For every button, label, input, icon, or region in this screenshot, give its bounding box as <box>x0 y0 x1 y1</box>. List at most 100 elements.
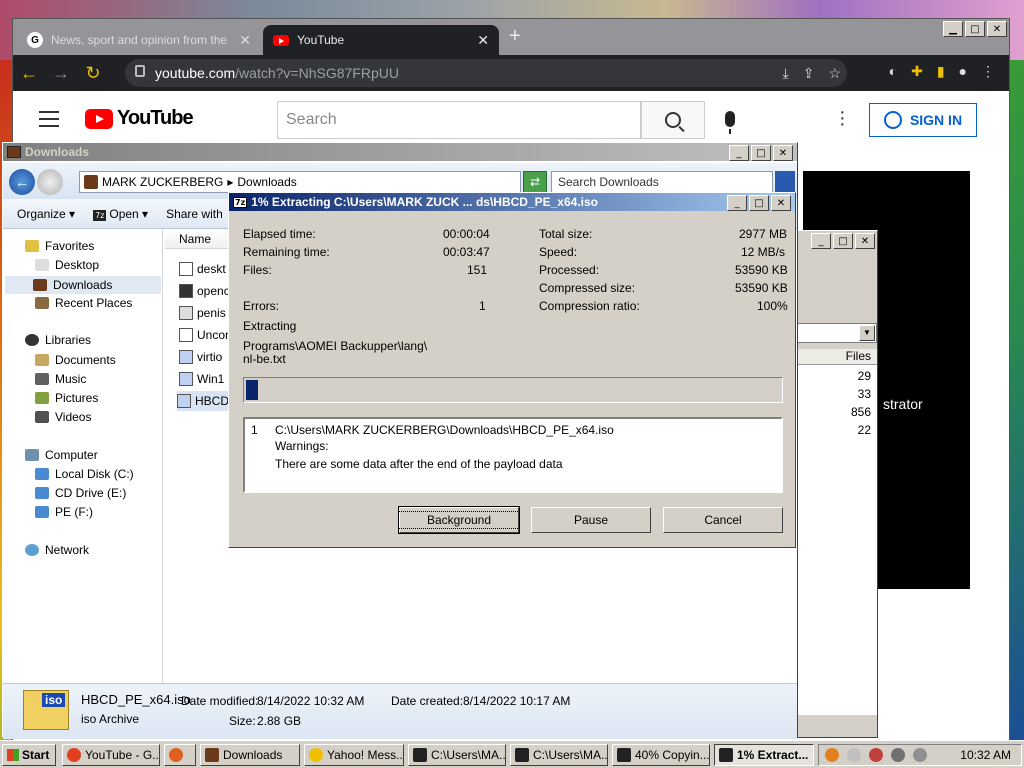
maximize-button[interactable]: □ <box>833 233 853 249</box>
back-arrow-icon[interactable]: ← <box>13 63 45 84</box>
nav-libraries[interactable]: Libraries <box>25 333 91 347</box>
new-tab-button[interactable]: + <box>509 25 521 48</box>
nav-downloads[interactable]: Downloads <box>5 276 161 294</box>
cancel-button[interactable]: Cancel <box>663 507 783 533</box>
dialog-titlebar[interactable]: 7z 1% Extracting C:\Users\MARK ZUCK ... … <box>229 193 795 211</box>
microphone-icon[interactable] <box>725 111 735 134</box>
chrome-icon <box>67 748 81 762</box>
dropdown-arrow-icon[interactable]: ▼ <box>859 325 875 341</box>
nav-computer[interactable]: Computer <box>25 448 98 462</box>
more-icon[interactable]: · · · <box>839 102 846 134</box>
task-youtube[interactable]: YouTube - G... <box>62 744 160 766</box>
task-downloads[interactable]: Downloads <box>200 744 300 766</box>
hamburger-icon[interactable] <box>39 111 59 132</box>
monitor-icon[interactable] <box>891 748 905 762</box>
forward-arrow-icon[interactable]: → <box>45 63 77 84</box>
close-button[interactable]: ✕ <box>773 145 793 161</box>
files-column-header[interactable]: Files <box>791 349 877 365</box>
clock[interactable]: 10:32 AM <box>960 748 1021 762</box>
maximize-button[interactable]: □ <box>751 145 771 161</box>
close-icon[interactable]: ✕ <box>239 32 251 49</box>
errors-value: 1 <box>479 299 486 313</box>
search-input[interactable]: Search Downloads <box>551 171 773 193</box>
background-button[interactable]: Background <box>397 506 521 534</box>
breadcrumb-item[interactable]: Downloads <box>237 175 296 189</box>
share-icon[interactable]: ⇪ <box>803 65 815 82</box>
detail-size-label: Size: <box>229 714 256 728</box>
minimize-button[interactable]: ▁ <box>943 21 963 37</box>
star-icon <box>25 240 39 252</box>
youtube-logo[interactable]: YouTube <box>85 107 194 130</box>
forward-button[interactable] <box>37 169 63 195</box>
task-7zip-2[interactable]: C:\Users\MA... <box>510 744 608 766</box>
close-button[interactable]: ✕ <box>771 195 791 211</box>
sidepanel-icon[interactable]: ▮ <box>937 63 945 80</box>
network-error-icon[interactable] <box>869 748 883 762</box>
minus-circle-icon[interactable] <box>847 748 861 762</box>
star-icon[interactable]: ☆ <box>828 65 841 82</box>
flag-icon[interactable]: ◐ <box>889 63 897 80</box>
back-button[interactable]: ← <box>9 169 35 195</box>
nav-pictures[interactable]: Pictures <box>35 391 98 405</box>
explorer-titlebar[interactable]: Downloads <box>3 143 797 161</box>
maximize-button[interactable]: □ <box>749 195 769 211</box>
youtube-search-input[interactable]: Search <box>277 101 641 139</box>
tab-guardian[interactable]: G News, sport and opinion from the G ✕ <box>17 25 261 55</box>
address-bar[interactable]: youtube.com/watch?v=NhSG87FRpUU ⤓ ⇪ ☆ <box>125 59 847 87</box>
nav-local-disk[interactable]: Local Disk (C:) <box>35 467 134 481</box>
tab-youtube[interactable]: YouTube ✕ <box>263 25 499 55</box>
breadcrumb[interactable]: MARK ZUCKERBERG ▸ Downloads <box>79 171 521 193</box>
close-icon[interactable]: ✕ <box>477 32 489 49</box>
menu-icon[interactable]: ⋮ <box>981 63 995 80</box>
log-box[interactable]: 1 C:\Users\MARK ZUCKERBERG\Downloads\HBC… <box>243 417 783 493</box>
ratio-value: 100% <box>757 299 788 313</box>
status-text: Extracting <box>243 319 297 333</box>
organize-button[interactable]: Organize ▾ <box>17 207 75 221</box>
minimize-button[interactable]: _ <box>727 195 747 211</box>
task-yahoo-messenger[interactable]: Yahoo! Mess... <box>304 744 404 766</box>
nav-network[interactable]: Network <box>25 543 89 557</box>
nav-cd-drive[interactable]: CD Drive (E:) <box>35 486 126 500</box>
refresh-icon[interactable]: ⇄ <box>523 171 547 193</box>
start-button[interactable]: Start <box>2 744 56 766</box>
install-icon[interactable]: ⤓ <box>783 65 789 82</box>
pause-button[interactable]: Pause <box>531 507 651 533</box>
iso-file-icon <box>179 350 193 364</box>
nav-videos[interactable]: Videos <box>35 410 91 424</box>
minimize-button[interactable]: _ <box>811 233 831 249</box>
nav-recent[interactable]: Recent Places <box>35 296 132 310</box>
documents-icon <box>35 354 49 366</box>
breadcrumb-item[interactable]: MARK ZUCKERBERG <box>102 175 223 189</box>
detail-type: iso Archive <box>81 712 140 726</box>
horizontal-scrollbar[interactable] <box>791 719 877 737</box>
open-button[interactable]: 7z Open ▾ <box>93 207 148 221</box>
nav-documents[interactable]: Documents <box>35 353 116 367</box>
nav-pe-drive[interactable]: PE (F:) <box>35 505 93 519</box>
nav-desktop[interactable]: Desktop <box>35 258 99 272</box>
tab-strip: G News, sport and opinion from the G ✕ Y… <box>13 19 1009 55</box>
maximize-button[interactable]: □ <box>965 21 985 37</box>
task-extracting[interactable]: 1% Extract... <box>714 744 814 766</box>
volume-icon[interactable] <box>913 748 927 762</box>
errors-label: Errors: <box>243 299 279 313</box>
profile-icon[interactable]: ● <box>959 63 967 80</box>
task-firefox[interactable] <box>164 744 196 766</box>
nav-favorites[interactable]: Favorites <box>25 239 94 253</box>
search-icon[interactable] <box>825 748 839 762</box>
reload-icon[interactable]: ↻ <box>77 63 109 84</box>
search-icon[interactable] <box>775 171 795 193</box>
close-button[interactable]: ✕ <box>855 233 875 249</box>
youtube-search-button[interactable] <box>641 101 705 139</box>
nav-music[interactable]: Music <box>35 372 86 386</box>
name-column-header[interactable]: Name <box>165 229 229 249</box>
window-controls: _ □ ✕ <box>729 145 793 161</box>
task-7zip-1[interactable]: C:\Users\MA... <box>408 744 506 766</box>
close-button[interactable]: ✕ <box>987 21 1007 37</box>
minimize-button[interactable]: _ <box>729 145 749 161</box>
libraries-icon <box>25 334 39 346</box>
puzzle-icon[interactable]: ✚ <box>911 63 923 80</box>
share-with-button[interactable]: Share with <box>166 207 223 221</box>
task-copying[interactable]: 40% Copyin... <box>612 744 710 766</box>
path-combo[interactable]: ▼ <box>791 323 877 343</box>
sign-in-button[interactable]: SIGN IN <box>869 103 977 137</box>
